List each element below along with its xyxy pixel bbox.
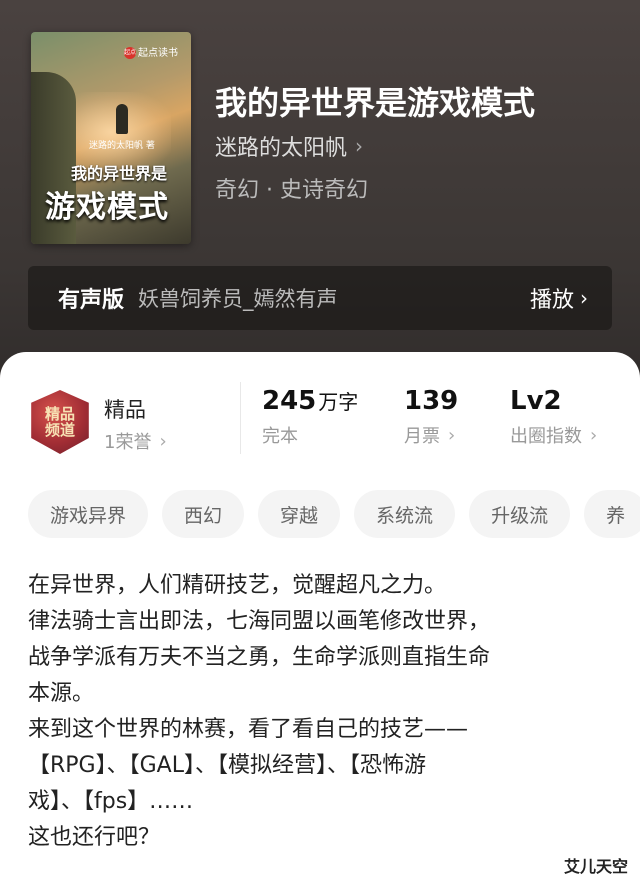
- word-count-value: 245: [262, 386, 317, 416]
- cover-author: 迷路的太阳帆 著: [89, 141, 155, 151]
- tag-chip[interactable]: 西幻: [162, 490, 245, 538]
- honor-label: 精品: [104, 398, 146, 422]
- honor-section[interactable]: 精品 频道 精品 1荣誉 ›: [28, 390, 228, 460]
- genre-text: 奇幻 · 史诗奇幻: [215, 178, 368, 203]
- tag-chip[interactable]: 游戏异界: [28, 490, 149, 538]
- chevron-right-icon: ›: [590, 424, 598, 446]
- book-title: 我的异世界是游戏模式: [215, 84, 536, 122]
- author-name: 迷路的太阳帆: [215, 136, 348, 161]
- popularity-label: 出圈指数: [510, 426, 582, 447]
- description-line: 本源。: [28, 681, 95, 706]
- audio-tag: 有声版: [58, 288, 125, 313]
- book-description[interactable]: 在异世界，人们精研技艺，觉醒超凡之力。 律法骑士言出即法，七海同盟以画笔修改世界…: [28, 568, 608, 856]
- audio-version-bar[interactable]: 有声版 妖兽饲养员_嫣然有声 播放 ›: [28, 266, 612, 330]
- play-button[interactable]: 播放 ›: [530, 282, 588, 314]
- honor-count: 1荣誉 ›: [104, 428, 167, 454]
- description-line: 在异世界，人们精研技艺，觉醒超凡之力。: [28, 573, 447, 598]
- monthly-ticket-stat[interactable]: 139 月票 ›: [404, 386, 458, 448]
- cover-brand: 起点 起点读书: [124, 44, 178, 59]
- divider: [240, 382, 241, 454]
- watermark: 艾儿天空: [563, 857, 628, 876]
- description-line: 【RPG】、【GAL】、【模拟经营】、【恐怖游: [28, 753, 426, 778]
- honor-badge-icon: 精品 频道: [31, 390, 89, 454]
- honor-count-text: 1荣誉: [104, 432, 152, 453]
- badge-text-2: 频道: [44, 421, 75, 439]
- chevron-right-icon: ›: [159, 430, 167, 452]
- tag-list: 游戏异界 西幻 穿越 系统流 升级流 养: [28, 490, 640, 538]
- brand-text: 起点读书: [138, 48, 178, 59]
- tag-chip[interactable]: 升级流: [469, 490, 571, 538]
- description-line: 戏】、【fps】……: [28, 789, 194, 814]
- description-line: 来到这个世界的林赛，看了看自己的技艺——: [28, 717, 469, 742]
- cover-figure: [116, 104, 128, 134]
- chevron-right-icon: ›: [448, 424, 456, 446]
- monthly-ticket-value: 139: [404, 386, 459, 416]
- tag-chip[interactable]: 系统流: [354, 490, 456, 538]
- popularity-value: Lv2: [510, 386, 562, 416]
- book-info-panel: 精品 频道 精品 1荣誉 › 245 万字 完本 139 月票 › Lv2 出圈指数 ›…: [0, 352, 640, 887]
- tag-chip[interactable]: 穿越: [258, 490, 341, 538]
- author-link[interactable]: 迷路的太阳帆 ›: [215, 130, 363, 162]
- completion-status: 完本: [262, 426, 298, 447]
- book-cover[interactable]: 起点 起点读书 迷路的太阳帆 著 我的异世界是 游戏模式: [31, 32, 191, 244]
- book-header: 起点 起点读书 迷路的太阳帆 著 我的异世界是 游戏模式 我的异世界是游戏模式 迷…: [0, 0, 640, 360]
- word-count-unit: 万字: [318, 390, 359, 414]
- tag-chip[interactable]: 养: [584, 490, 640, 538]
- audio-narrator: 妖兽饲养员_嫣然有声: [138, 287, 338, 311]
- cover-title-line2: 游戏模式: [45, 190, 169, 225]
- play-label: 播放: [529, 288, 574, 313]
- cover-title-line1: 我的异世界是: [71, 164, 168, 183]
- brand-logo-icon: 起点: [124, 47, 136, 59]
- monthly-ticket-label: 月票: [404, 426, 440, 447]
- description-line: 律法骑士言出即法，七海同盟以画笔修改世界，: [28, 609, 491, 634]
- chevron-right-icon: ›: [355, 134, 364, 158]
- description-line: 战争学派有万夫不当之勇，生命学派则直指生命: [28, 645, 491, 670]
- description-line: 这也还行吧？: [28, 825, 161, 850]
- chevron-right-icon: ›: [580, 286, 588, 310]
- word-count-stat: 245 万字 完本: [262, 386, 358, 448]
- popularity-stat[interactable]: Lv2 出圈指数 ›: [510, 386, 597, 448]
